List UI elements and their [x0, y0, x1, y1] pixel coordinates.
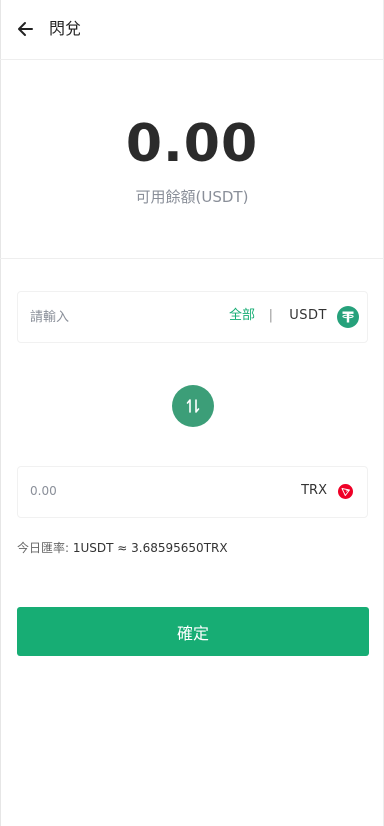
exchange-rate-label: 今日匯率:: [17, 541, 70, 555]
divider: [0, 258, 384, 259]
back-arrow-icon[interactable]: [16, 19, 36, 39]
balance-label: 可用餘額(USDT): [135, 188, 249, 206]
from-amount-input[interactable]: [30, 306, 190, 328]
header: 閃兌: [0, 0, 384, 60]
exchange-rate-value: 1USDT ≈ 3.68595650TRX: [72, 541, 228, 555]
page-title: 閃兌: [49, 19, 82, 38]
tether-icon: [337, 306, 359, 328]
from-amount-card: 全部 | USDT: [17, 291, 368, 343]
swap-button[interactable]: [172, 385, 214, 427]
tron-icon: [338, 484, 353, 499]
confirm-button[interactable]: 確定: [17, 607, 369, 656]
swap-arrows-icon: [186, 399, 200, 413]
from-coin-label: USDT: [289, 308, 327, 323]
to-amount-value: 0.00: [30, 484, 57, 498]
to-coin-label: TRX: [301, 483, 327, 498]
separator: |: [268, 308, 273, 323]
all-button[interactable]: 全部: [229, 307, 255, 325]
to-amount-card: 0.00 TRX: [17, 466, 368, 518]
balance-value: 0.00: [125, 114, 259, 174]
exchange-rate: 今日匯率: 1USDT ≈ 3.68595650TRX: [17, 539, 228, 557]
